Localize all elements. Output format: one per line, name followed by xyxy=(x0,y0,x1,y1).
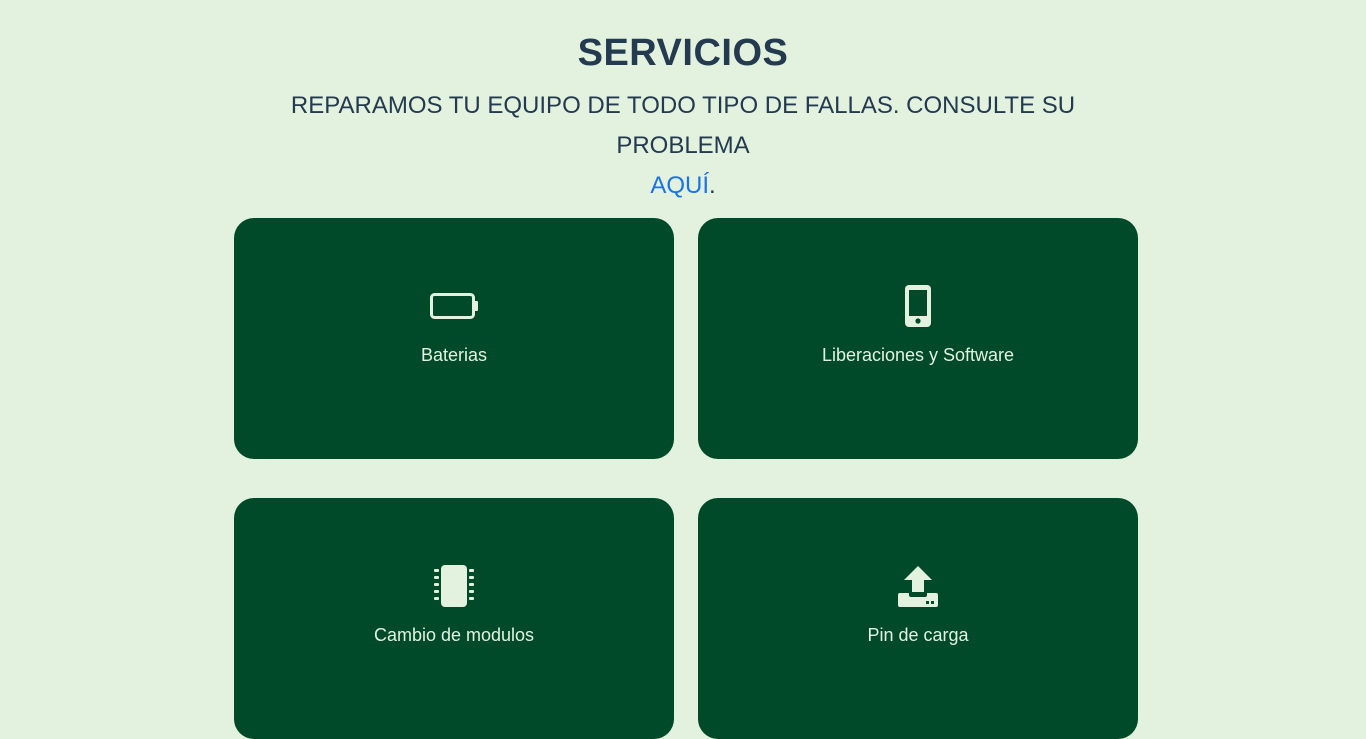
contact-link[interactable]: AQUÍ xyxy=(650,172,709,199)
service-card-modulos[interactable]: Cambio de modulos xyxy=(234,498,674,739)
service-label: Liberaciones y Software xyxy=(821,345,1015,365)
mobile-phone-icon xyxy=(698,284,1138,328)
subtitle-text: REPARAMOS TU EQUIPO DE TODO TIPO DE FALL… xyxy=(290,92,1076,159)
service-label: Baterias xyxy=(420,345,488,365)
page-subtitle: REPARAMOS TU EQUIPO DE TODO TIPO DE FALL… xyxy=(253,86,1113,206)
service-card-baterias[interactable]: Baterias xyxy=(234,218,674,459)
subtitle-period: . xyxy=(709,172,716,199)
service-card-pin-carga[interactable]: Pin de carga xyxy=(698,498,1138,739)
upload-icon xyxy=(698,564,1138,608)
service-label: Cambio de modulos xyxy=(373,625,535,645)
battery-icon xyxy=(234,284,674,328)
chip-icon xyxy=(234,564,674,608)
service-card-liberaciones[interactable]: Liberaciones y Software xyxy=(698,218,1138,459)
service-label: Pin de carga xyxy=(867,625,969,645)
page-title: SERVICIOS xyxy=(577,32,789,74)
